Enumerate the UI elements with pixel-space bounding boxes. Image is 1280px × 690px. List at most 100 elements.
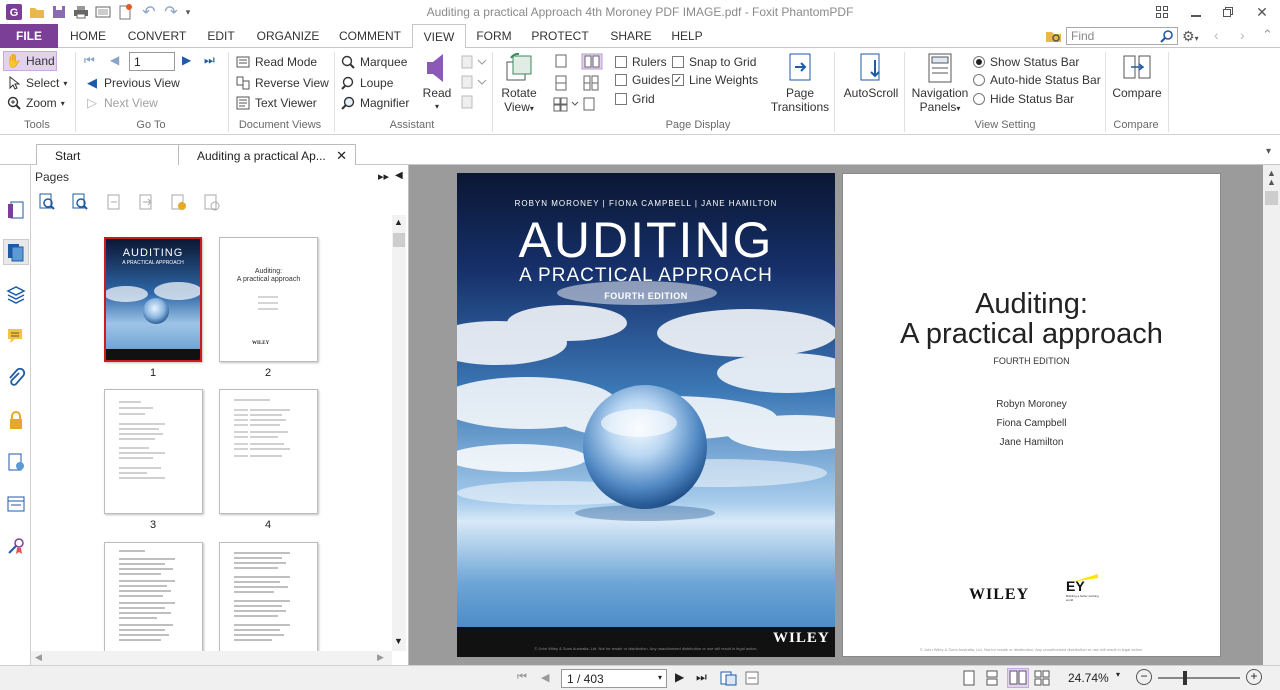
previous-page-icon[interactable]: ◀ bbox=[110, 53, 119, 67]
autoscroll-button[interactable]: AutoScroll bbox=[842, 52, 900, 100]
page-number-input[interactable]: 1 bbox=[129, 52, 175, 71]
scroll-up-icon[interactable]: ▲ bbox=[394, 217, 403, 227]
certify-icon[interactable] bbox=[3, 533, 29, 559]
rulers-checkbox[interactable]: Rulers bbox=[615, 52, 667, 72]
page-indicator-input[interactable]: 1 / 403 ▾ bbox=[561, 669, 667, 688]
bookmarks-icon[interactable] bbox=[3, 197, 29, 223]
page-thumbnail-5[interactable] bbox=[104, 542, 203, 652]
read-aloud-button[interactable]: Read ▾ bbox=[420, 52, 454, 114]
zoom-in-icon[interactable]: + bbox=[1246, 669, 1262, 685]
zoom-level[interactable]: 24.74% bbox=[1068, 671, 1109, 685]
next-page-icon[interactable]: ▶ bbox=[675, 670, 684, 684]
comments-icon[interactable] bbox=[3, 323, 29, 349]
continuous-facing-icon[interactable] bbox=[1034, 670, 1050, 686]
page-thumbnail-1[interactable]: AUDITING A PRACTICAL APPROACH bbox=[104, 237, 202, 362]
chevron-left-icon[interactable]: ‹ bbox=[1214, 27, 1219, 43]
zoom-slider[interactable] bbox=[1158, 671, 1240, 685]
minimize-icon[interactable] bbox=[1186, 2, 1206, 22]
layers-icon[interactable] bbox=[3, 281, 29, 307]
page-dropdown-icon[interactable]: ▾ bbox=[658, 673, 662, 682]
scrollbar-thumb[interactable] bbox=[1265, 191, 1278, 205]
tab-list-chevron-icon[interactable]: ▾ bbox=[1266, 146, 1271, 157]
hand-tool-button[interactable]: ✋ Hand bbox=[3, 51, 57, 71]
reverse-view-button[interactable]: Reverse View bbox=[235, 73, 329, 93]
signatures-icon[interactable] bbox=[3, 449, 29, 475]
ribbon-display-icon[interactable] bbox=[1152, 2, 1172, 22]
select-tool-button[interactable]: Select ▾ bbox=[6, 73, 67, 93]
gear-icon[interactable]: ⚙▾ bbox=[1182, 28, 1208, 44]
marquee-button[interactable]: Marquee bbox=[340, 52, 407, 72]
page-thumbnail-6[interactable] bbox=[219, 542, 318, 652]
tab-protect[interactable]: PROTECT bbox=[528, 24, 592, 48]
collapse-panel-icon[interactable]: ◀ bbox=[395, 170, 403, 181]
content-icon[interactable] bbox=[3, 491, 29, 517]
next-view-button[interactable]: ▷ Next View bbox=[84, 93, 158, 113]
navigation-panels-button[interactable]: Navigation Panels▾ bbox=[910, 52, 970, 116]
next-page-icon[interactable]: ▶ bbox=[182, 53, 191, 67]
restore-icon[interactable] bbox=[1218, 2, 1238, 22]
fit-width-icon[interactable] bbox=[744, 670, 762, 686]
find-settings-icon[interactable] bbox=[1045, 28, 1063, 44]
first-page-icon[interactable]: ⏮ bbox=[84, 53, 95, 68]
last-page-icon[interactable]: ⏭ bbox=[204, 53, 215, 68]
scroll-up-icon[interactable]: ▲ bbox=[1267, 177, 1276, 187]
last-page-icon[interactable]: ⏭ bbox=[696, 670, 707, 685]
text-viewer-button[interactable]: Text Viewer bbox=[235, 93, 317, 113]
chevron-right-icon[interactable]: › bbox=[1240, 27, 1245, 43]
tab-form[interactable]: FORM bbox=[472, 24, 516, 48]
tab-edit[interactable]: EDIT bbox=[200, 24, 242, 48]
delete-page-icon[interactable] bbox=[202, 193, 220, 211]
grid-checkbox[interactable]: Grid bbox=[615, 89, 655, 109]
page-thumbnail-2[interactable]: Auditing: A practical approach WILEY bbox=[219, 237, 318, 362]
search-icon[interactable] bbox=[1160, 29, 1176, 43]
thumbnail-vertical-scrollbar[interactable]: ▲ ▼ bbox=[392, 215, 406, 651]
tab-organize[interactable]: ORGANIZE bbox=[252, 24, 324, 48]
close-tab-icon[interactable]: ✕ bbox=[336, 148, 347, 164]
thumbnail-horizontal-scrollbar[interactable]: ◀ ▶ bbox=[31, 651, 392, 665]
compare-button[interactable]: Compare bbox=[1110, 52, 1164, 100]
tab-help[interactable]: HELP bbox=[666, 24, 708, 48]
document-vertical-scrollbar[interactable]: ▲ ▲ bbox=[1263, 165, 1280, 665]
scroll-right-icon[interactable]: ▶ bbox=[377, 652, 384, 663]
magnifier-button[interactable]: Magnifier bbox=[340, 93, 409, 113]
tab-current-document[interactable]: Auditing a practical Ap... ✕ bbox=[178, 144, 356, 166]
tab-start[interactable]: Start bbox=[36, 144, 180, 166]
enlarge-thumbnails-icon[interactable] bbox=[38, 193, 56, 211]
close-window-icon[interactable]: ✕ bbox=[1252, 2, 1272, 22]
tab-share[interactable]: SHARE bbox=[604, 24, 658, 48]
zoom-tool-button[interactable]: Zoom ▾ bbox=[6, 93, 65, 113]
fit-page-icon[interactable] bbox=[720, 670, 738, 686]
page-thumbnail-3[interactable] bbox=[104, 389, 203, 514]
single-page-icon[interactable] bbox=[962, 670, 978, 686]
line-weights-checkbox[interactable]: ✓ Line Weights bbox=[672, 70, 758, 90]
zoom-dropdown-icon[interactable]: ▾ bbox=[1116, 670, 1120, 679]
tab-view[interactable]: VIEW bbox=[412, 24, 466, 49]
previous-view-button[interactable]: ◀ Previous View bbox=[84, 73, 180, 93]
collapse-ribbon-icon[interactable]: ⌃ bbox=[1262, 27, 1273, 43]
read-options-icons[interactable] bbox=[460, 54, 488, 114]
previous-page-icon[interactable]: ◀ bbox=[541, 671, 549, 684]
zoom-slider-thumb[interactable] bbox=[1183, 671, 1188, 685]
rotate-view-button[interactable]: Rotate View▾ bbox=[498, 52, 540, 116]
extract-page-icon[interactable] bbox=[137, 193, 155, 211]
show-status-bar-radio[interactable]: Show Status Bar bbox=[973, 52, 1079, 72]
zoom-out-icon[interactable]: − bbox=[1136, 669, 1152, 685]
reduce-thumbnails-icon[interactable] bbox=[71, 193, 89, 211]
scroll-down-icon[interactable]: ▼ bbox=[394, 636, 403, 646]
page-transitions-button[interactable]: Page Transitions bbox=[770, 52, 830, 114]
insert-page-icon[interactable] bbox=[105, 193, 123, 211]
hide-status-bar-radio[interactable]: Hide Status Bar bbox=[973, 89, 1074, 109]
tab-file[interactable]: FILE bbox=[0, 24, 58, 48]
tab-convert[interactable]: CONVERT bbox=[122, 24, 192, 48]
security-lock-icon[interactable] bbox=[3, 407, 29, 433]
pages-panel-icon[interactable] bbox=[3, 239, 29, 265]
page-layout-icons[interactable] bbox=[552, 52, 608, 116]
loupe-button[interactable]: Loupe bbox=[340, 73, 393, 93]
tab-comment[interactable]: COMMENT bbox=[334, 24, 406, 48]
continuous-page-icon[interactable] bbox=[985, 670, 1001, 686]
read-mode-button[interactable]: Read Mode bbox=[235, 52, 317, 72]
tab-home[interactable]: HOME bbox=[64, 24, 112, 48]
scrollbar-thumb[interactable] bbox=[393, 233, 405, 247]
scroll-left-icon[interactable]: ◀ bbox=[35, 652, 42, 663]
facing-page-icon[interactable] bbox=[1007, 668, 1029, 688]
